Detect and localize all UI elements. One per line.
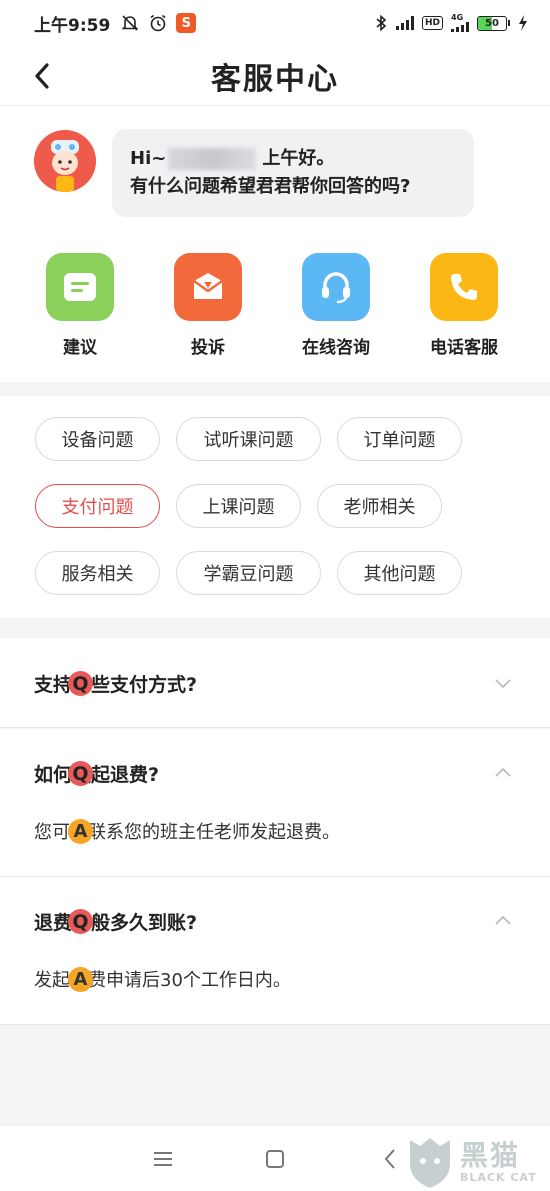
faq-item[interactable]: Q 退费一般多久到账? A 发起退费申请后30个工作日内。: [0, 877, 550, 1025]
bluetooth-icon: [376, 14, 387, 32]
signal-icon: [395, 16, 414, 30]
back-icon[interactable]: [378, 1146, 404, 1172]
headset-icon: [302, 253, 370, 321]
phone-service-label: 电话客服: [430, 338, 498, 358]
category-tag-other[interactable]: 其他问题: [337, 551, 462, 595]
battery-level: 50: [485, 17, 499, 29]
network-type: 4G: [451, 13, 464, 22]
cat-shield-icon: [410, 1138, 450, 1188]
battery-icon: 50: [477, 15, 510, 31]
faq-item[interactable]: Q 支持哪些支付方式?: [0, 638, 550, 728]
phone-icon: [430, 253, 498, 321]
category-tag-device[interactable]: 设备问题: [35, 417, 160, 461]
complaint-button[interactable]: 投诉: [158, 253, 258, 358]
greeting-bubble: Hi~ 上午好。 有什么问题希望君君帮你回答的吗?: [112, 129, 474, 217]
faq-question: 如何发起退费?: [34, 764, 160, 786]
online-consult-label: 在线咨询: [302, 338, 370, 358]
app-notification-icon: S: [176, 13, 197, 33]
category-tag-teacher[interactable]: 老师相关: [317, 484, 442, 528]
greeting-question: 有什么问题希望君君帮你回答的吗?: [130, 176, 411, 197]
home-icon[interactable]: [262, 1146, 288, 1172]
greeting-prefix: Hi~: [130, 148, 167, 169]
suggestion-icon: [46, 253, 114, 321]
category-tag-class[interactable]: 上课问题: [176, 484, 301, 528]
suggestion-label: 建议: [63, 338, 97, 358]
chevron-up-icon[interactable]: [494, 764, 512, 782]
faq-question: 支持哪些支付方式?: [34, 674, 198, 696]
signal-4g-icon: [451, 22, 469, 32]
page-header: 客服中心: [0, 46, 550, 106]
online-consult-button[interactable]: 在线咨询: [286, 253, 386, 358]
category-tag-xueba-beans[interactable]: 学霸豆问题: [176, 551, 321, 595]
watermark-cn: 黑猫: [460, 1138, 521, 1172]
status-bar: 上午9:59 S HD 4G 50: [0, 0, 550, 46]
category-tag-payment[interactable]: 支付问题: [35, 484, 160, 528]
question-badge: Q: [68, 671, 93, 696]
assistant-avatar: [34, 130, 96, 192]
category-tag-trial-class[interactable]: 试听课问题: [176, 417, 321, 461]
greeting-section: Hi~ 上午好。 有什么问题希望君君帮你回答的吗? 建议 投诉 在线咨询 电话客服: [0, 106, 550, 382]
back-arrow-icon[interactable]: [28, 60, 58, 92]
hd-icon: HD: [421, 16, 443, 30]
complaint-label: 投诉: [191, 338, 225, 358]
blurred-username: [168, 148, 257, 170]
category-tag-order[interactable]: 订单问题: [337, 417, 462, 461]
menu-icon[interactable]: [150, 1146, 176, 1172]
phone-service-button[interactable]: 电话客服: [414, 253, 514, 358]
category-section: 设备问题 试听课问题 订单问题 支付问题 上课问题 老师相关 服务相关 学霸豆问…: [0, 396, 550, 618]
answer-badge: A: [68, 818, 93, 844]
faq-item[interactable]: Q 如何发起退费? A 您可以联系您的班主任老师发起退费。: [0, 729, 550, 877]
category-tag-service[interactable]: 服务相关: [35, 551, 160, 595]
bell-muted-icon: [121, 15, 139, 31]
chevron-up-icon[interactable]: [494, 912, 512, 930]
question-badge: Q: [68, 909, 93, 934]
question-badge: Q: [68, 761, 93, 786]
faq-question: 退费一般多久到账?: [34, 912, 198, 934]
watermark-en: BLACK CAT: [460, 1170, 537, 1184]
clock: 上午9:59: [34, 15, 111, 36]
complaint-icon: [174, 253, 242, 321]
answer-badge: A: [68, 966, 93, 992]
greeting-suffix: 上午好。: [262, 148, 335, 169]
alarm-icon: [150, 14, 166, 32]
chevron-down-icon[interactable]: [494, 674, 512, 692]
black-cat-watermark: 黑猫 BLACK CAT: [406, 1133, 546, 1191]
page-title: 客服中心: [211, 61, 339, 97]
suggestion-button[interactable]: 建议: [30, 253, 130, 358]
charging-icon: [519, 15, 527, 31]
